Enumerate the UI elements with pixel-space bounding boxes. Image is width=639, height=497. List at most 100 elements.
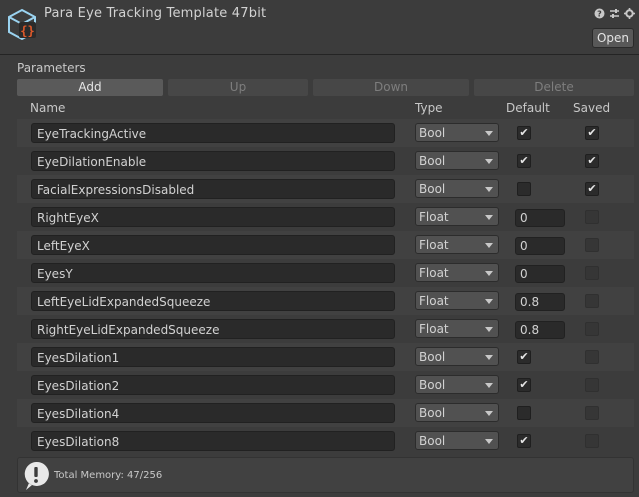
dropdown-arrow-icon (485, 271, 493, 276)
parameter-name-field[interactable]: RightEyeLidExpandedSqueeze (31, 319, 395, 339)
dropdown-arrow-icon (485, 159, 493, 164)
parameter-name-field[interactable]: FacialExpressionsDisabled (31, 179, 395, 199)
svg-text:{}: {} (20, 24, 34, 38)
up-button[interactable]: Up (168, 79, 308, 96)
default-value-field[interactable]: 0.8 (515, 293, 565, 311)
saved-checkbox[interactable]: ✔ (585, 182, 599, 196)
parameter-type-dropdown[interactable]: Bool (415, 123, 499, 142)
dropdown-arrow-icon (485, 131, 493, 136)
parameter-row: LeftEyeLidExpandedSqueeze Float 0.8 (17, 287, 634, 315)
parameter-name-field[interactable]: EyesDilation8 (31, 431, 395, 451)
parameter-type-label: Float (419, 294, 449, 308)
default-value-field[interactable]: 0 (515, 209, 565, 227)
parameter-type-label: Float (419, 238, 449, 252)
parameter-type-dropdown[interactable]: Float (415, 291, 499, 310)
parameter-row: EyesDilation8 Bool ✔ (17, 427, 634, 455)
dropdown-arrow-icon (485, 411, 493, 416)
parameter-type-dropdown[interactable]: Float (415, 319, 499, 338)
saved-checkbox[interactable] (585, 350, 599, 364)
parameter-type-dropdown[interactable]: Bool (415, 151, 499, 170)
memory-info-box: Total Memory: 47/256 (17, 457, 634, 493)
dropdown-arrow-icon (485, 187, 493, 192)
parameter-type-label: Float (419, 210, 449, 224)
saved-checkbox[interactable]: ✔ (585, 126, 599, 140)
parameter-name-field[interactable]: EyesDilation2 (31, 375, 395, 395)
default-checkbox[interactable]: ✔ (517, 434, 531, 448)
parameter-row: RightEyeX Float 0 (17, 203, 634, 231)
parameter-row: EyesDilation1 Bool ✔ (17, 343, 634, 371)
dropdown-arrow-icon (485, 299, 493, 304)
dropdown-arrow-icon (485, 243, 493, 248)
default-value-field[interactable]: 0 (515, 237, 565, 255)
saved-checkbox[interactable] (585, 406, 599, 420)
saved-checkbox[interactable] (585, 238, 599, 252)
default-checkbox[interactable] (517, 406, 531, 420)
column-header-default: Default (506, 101, 550, 115)
dropdown-arrow-icon (485, 327, 493, 332)
parameter-row: EyesY Float 0 (17, 259, 634, 287)
parameter-name-field[interactable]: LeftEyeLidExpandedSqueeze (31, 291, 395, 311)
parameter-name-field[interactable]: EyeDilationEnable (31, 151, 395, 171)
parameter-type-dropdown[interactable]: Bool (415, 347, 499, 366)
parameter-row: EyeTrackingActive Bool ✔ ✔ (17, 119, 634, 147)
expression-parameters-asset-icon: {} (8, 8, 36, 40)
parameter-type-dropdown[interactable]: Bool (415, 403, 499, 422)
parameter-row: RightEyeLidExpandedSqueeze Float 0.8 (17, 315, 634, 343)
parameter-name-field[interactable]: EyeTrackingActive (31, 123, 395, 143)
default-checkbox[interactable]: ✔ (517, 126, 531, 140)
parameter-name-field[interactable]: EyesDilation1 (31, 347, 395, 367)
default-checkbox[interactable]: ✔ (517, 154, 531, 168)
add-button[interactable]: Add (17, 79, 163, 96)
presets-icon[interactable] (608, 7, 620, 19)
parameter-name-field[interactable]: LeftEyeX (31, 235, 395, 255)
default-value-field[interactable]: 0 (515, 265, 565, 283)
parameter-type-label: Bool (419, 182, 446, 196)
parameter-type-dropdown[interactable]: Float (415, 207, 499, 226)
parameter-row: LeftEyeX Float 0 (17, 231, 634, 259)
dropdown-arrow-icon (485, 383, 493, 388)
saved-checkbox[interactable] (585, 378, 599, 392)
parameter-name-field[interactable]: RightEyeX (31, 207, 395, 227)
parameter-type-dropdown[interactable]: Bool (415, 375, 499, 394)
parameter-row: FacialExpressionsDisabled Bool ✔ (17, 175, 634, 203)
saved-checkbox[interactable] (585, 266, 599, 280)
default-checkbox[interactable]: ✔ (517, 378, 531, 392)
parameter-type-dropdown[interactable]: Bool (415, 431, 499, 450)
warning-icon (24, 461, 49, 490)
parameter-type-label: Float (419, 322, 449, 336)
saved-checkbox[interactable] (585, 322, 599, 336)
saved-checkbox[interactable]: ✔ (585, 154, 599, 168)
parameter-type-label: Bool (419, 434, 446, 448)
saved-checkbox[interactable] (585, 434, 599, 448)
parameter-name-field[interactable]: EyesY (31, 263, 395, 283)
parameter-type-dropdown[interactable]: Float (415, 235, 499, 254)
saved-checkbox[interactable] (585, 294, 599, 308)
svg-text:?: ? (597, 9, 602, 18)
parameter-type-label: Bool (419, 350, 446, 364)
dropdown-arrow-icon (485, 355, 493, 360)
help-icon[interactable]: ? (593, 7, 605, 19)
asset-title: Para Eye Tracking Template 47bit (44, 6, 267, 21)
parameters-label: Parameters (17, 61, 86, 75)
saved-checkbox[interactable] (585, 210, 599, 224)
parameter-type-label: Bool (419, 154, 446, 168)
parameter-name-field[interactable]: EyesDilation4 (31, 403, 395, 423)
dropdown-arrow-icon (485, 215, 493, 220)
parameter-type-dropdown[interactable]: Float (415, 263, 499, 282)
open-button[interactable]: Open (592, 28, 634, 48)
parameter-type-label: Bool (419, 406, 446, 420)
parameter-type-label: Bool (419, 378, 446, 392)
default-value-field[interactable]: 0.8 (515, 321, 565, 339)
column-header-saved: Saved (573, 101, 611, 115)
delete-button[interactable]: Delete (474, 79, 634, 96)
total-memory-text: Total Memory: 47/256 (54, 470, 163, 481)
parameter-type-label: Bool (419, 126, 446, 140)
header-icons: ? (593, 7, 635, 19)
down-button[interactable]: Down (313, 79, 469, 96)
parameter-type-dropdown[interactable]: Bool (415, 179, 499, 198)
default-checkbox[interactable]: ✔ (517, 350, 531, 364)
parameter-row: EyesDilation2 Bool ✔ (17, 371, 634, 399)
parameter-row: EyesDilation4 Bool (17, 399, 634, 427)
gear-icon[interactable] (623, 7, 635, 19)
default-checkbox[interactable] (517, 182, 531, 196)
